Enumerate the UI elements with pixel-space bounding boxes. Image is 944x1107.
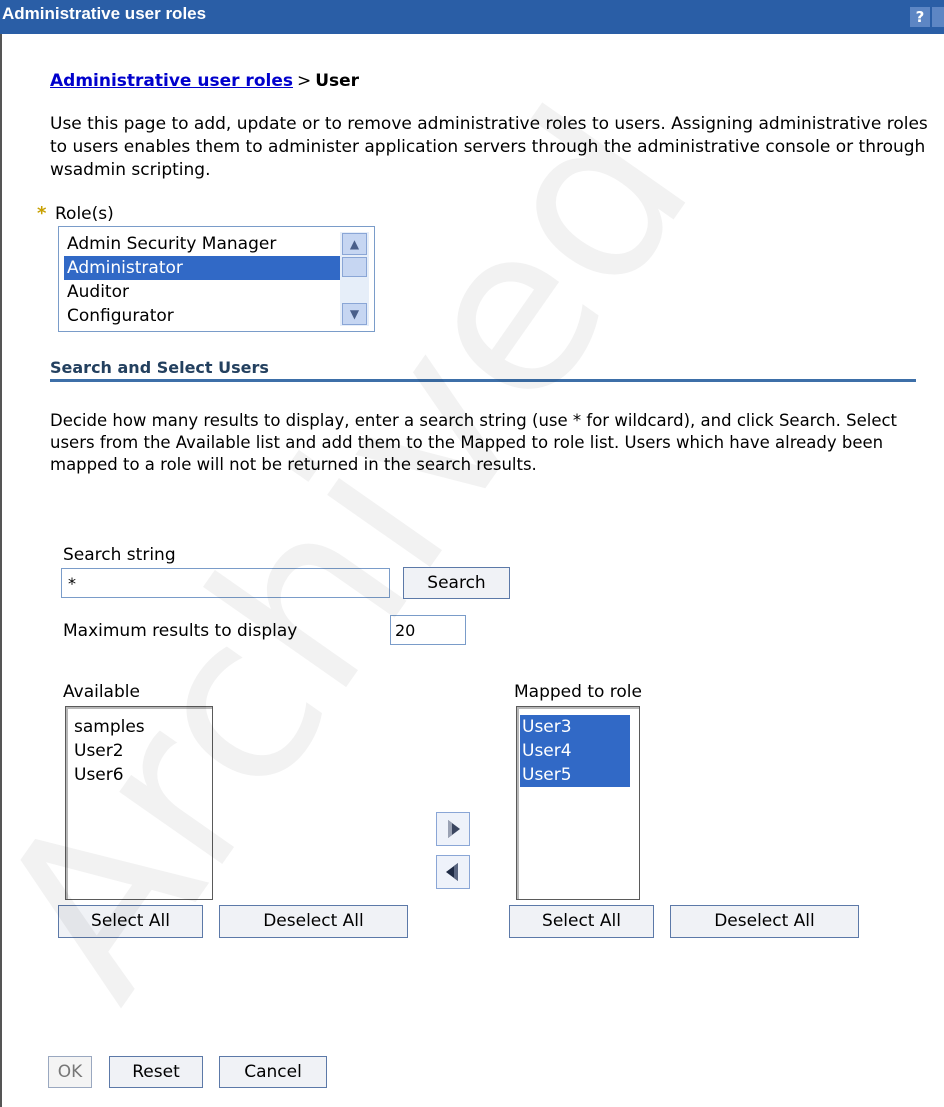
left-border xyxy=(0,34,2,1107)
breadcrumb-link[interactable]: Administrative user roles xyxy=(50,71,293,91)
roles-label: Role(s) xyxy=(55,204,114,224)
help-icon[interactable]: ? xyxy=(910,7,930,27)
scroll-up-icon[interactable]: ▲ xyxy=(342,233,367,255)
mapped-list: User3 User4 User5 xyxy=(520,715,630,787)
mapped-deselect-all-button[interactable]: Deselect All xyxy=(670,905,859,938)
reset-button[interactable]: Reset xyxy=(109,1056,203,1088)
list-item[interactable]: User6 xyxy=(72,763,145,787)
list-item[interactable]: samples xyxy=(72,715,145,739)
search-string-input[interactable] xyxy=(61,568,390,598)
cancel-button[interactable]: Cancel xyxy=(219,1056,327,1088)
mapped-select-all-button[interactable]: Select All xyxy=(509,905,654,938)
ok-button[interactable]: OK xyxy=(48,1056,92,1088)
available-select-all-button[interactable]: Select All xyxy=(58,905,203,938)
list-item-selected[interactable]: User4 xyxy=(520,739,630,763)
breadcrumb-current: User xyxy=(315,71,360,91)
required-marker: * xyxy=(37,203,47,224)
max-results-input[interactable] xyxy=(390,615,466,645)
mapped-listbox[interactable]: User3 User4 User5 xyxy=(516,706,640,900)
available-listbox[interactable]: samples User2 User6 xyxy=(65,706,213,900)
scroll-down-icon[interactable]: ▼ xyxy=(342,303,367,325)
section-title: Search and Select Users xyxy=(50,358,269,377)
arrow-left-icon xyxy=(446,863,458,881)
window-titlebar: Administrative user roles ? xyxy=(0,0,944,34)
breadcrumb: Administrative user roles > User xyxy=(50,71,359,91)
list-item-selected[interactable]: User3 xyxy=(520,715,630,739)
role-item[interactable]: Configurator xyxy=(64,304,340,328)
mapped-label: Mapped to role xyxy=(514,682,642,702)
add-to-role-button[interactable] xyxy=(436,812,470,846)
roles-scrollbar[interactable]: ▲ ▼ xyxy=(340,232,369,326)
section-divider xyxy=(50,379,916,382)
window-title: Administrative user roles xyxy=(2,4,207,23)
max-results-label: Maximum results to display xyxy=(63,621,298,641)
list-item[interactable]: User2 xyxy=(72,739,145,763)
available-deselect-all-button[interactable]: Deselect All xyxy=(219,905,408,938)
list-item-selected[interactable]: User5 xyxy=(520,763,630,787)
remove-from-role-button[interactable] xyxy=(436,855,470,889)
roles-listbox[interactable]: Admin Security Manager Administrator Aud… xyxy=(58,226,375,332)
search-button[interactable]: Search xyxy=(403,567,510,599)
breadcrumb-separator: > xyxy=(296,71,312,91)
available-list: samples User2 User6 xyxy=(72,715,145,787)
search-description: Decide how many results to display, ente… xyxy=(50,411,898,474)
role-item-selected[interactable]: Administrator xyxy=(64,256,340,280)
arrow-right-icon xyxy=(448,820,460,838)
search-string-label: Search string xyxy=(63,545,176,565)
role-item[interactable]: Admin Security Manager xyxy=(64,232,340,256)
role-item[interactable]: Auditor xyxy=(64,280,340,304)
scroll-thumb[interactable] xyxy=(342,257,367,277)
roles-list: Admin Security Manager Administrator Aud… xyxy=(64,232,340,328)
minimize-icon[interactable] xyxy=(932,7,944,27)
intro-text: Use this page to add, update or to remov… xyxy=(50,114,928,180)
available-label: Available xyxy=(63,682,140,702)
